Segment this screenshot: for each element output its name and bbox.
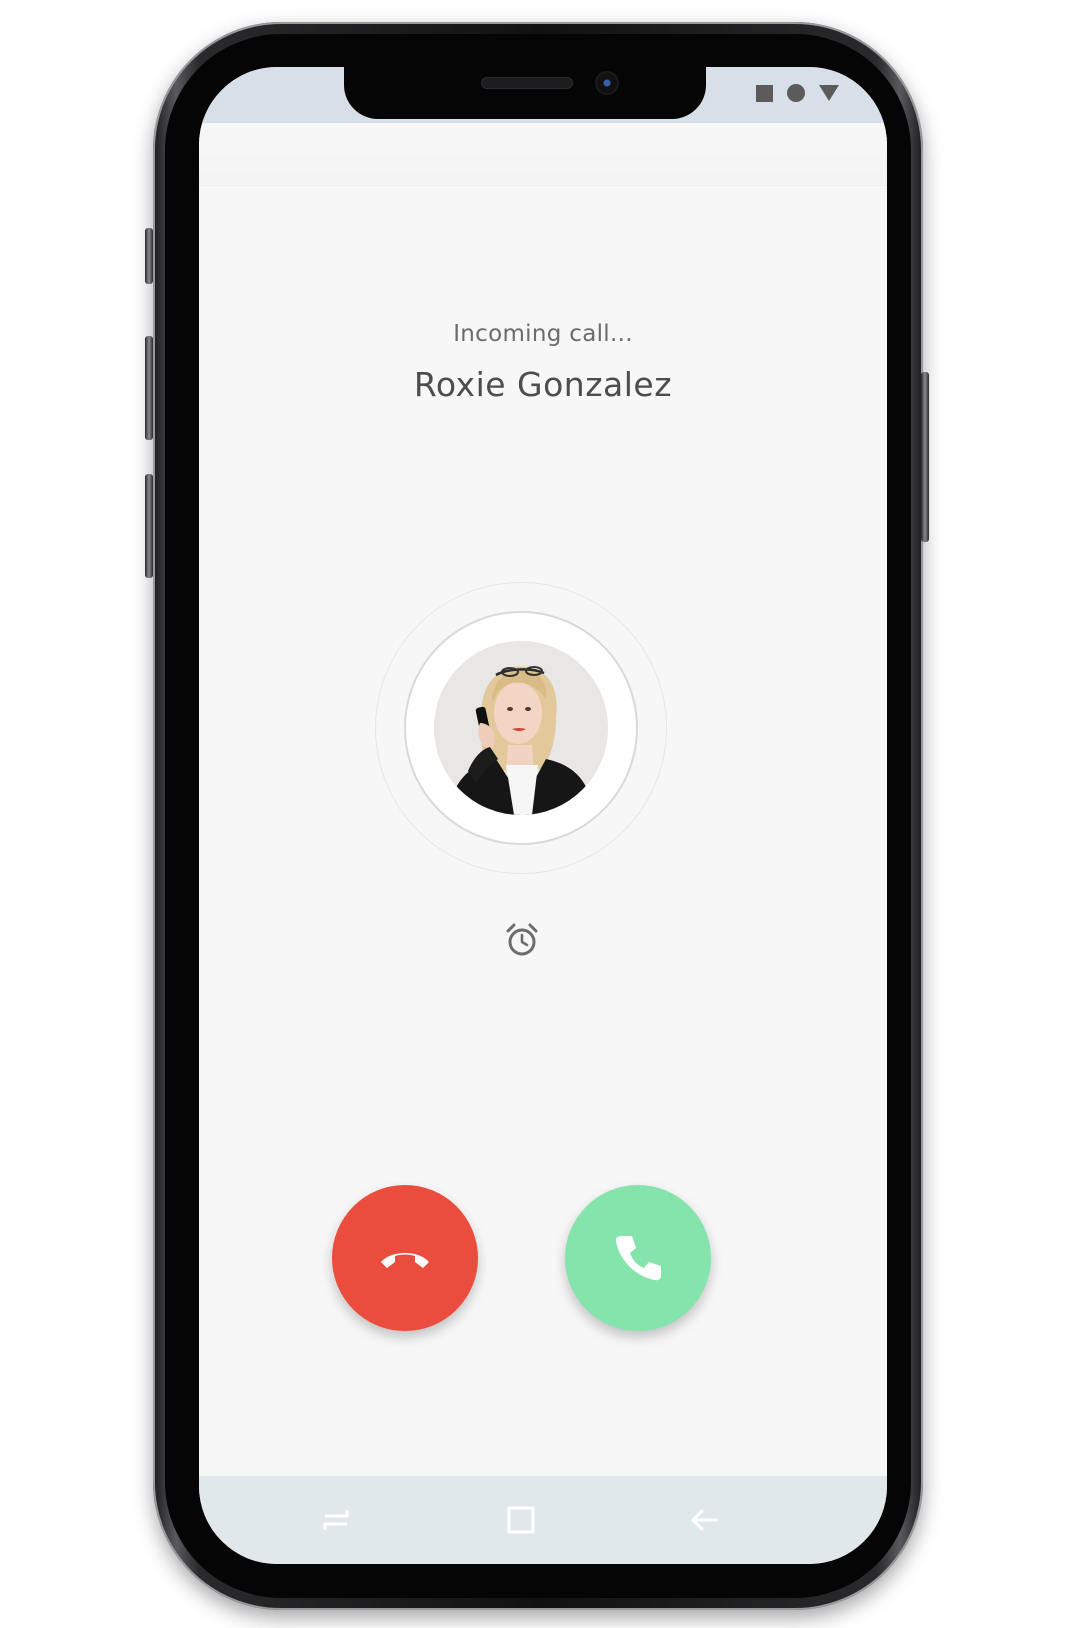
- back-arrow-icon[interactable]: [687, 1504, 721, 1536]
- home-square-icon[interactable]: [504, 1504, 538, 1536]
- circle-icon: [787, 84, 805, 102]
- hang-up-icon: [381, 1253, 429, 1268]
- alarm-clock-icon[interactable]: [504, 922, 540, 958]
- status-icons: [756, 82, 839, 104]
- decline-call-button[interactable]: [332, 1185, 478, 1331]
- volume-up-button: [145, 336, 153, 440]
- navigation-bar: [199, 1476, 887, 1564]
- phone-icon: [615, 1236, 661, 1281]
- volume-down-button: [145, 474, 153, 578]
- notch: [344, 67, 706, 119]
- front-camera: [597, 73, 617, 93]
- accept-call-button[interactable]: [565, 1185, 711, 1331]
- call-status-text: Incoming call...: [453, 321, 633, 347]
- caller-photo-illustration: [434, 641, 608, 815]
- phone-screen: Incoming call... Roxie Gonzalez: [199, 67, 887, 1564]
- triangle-icon: [819, 85, 839, 101]
- power-button: [921, 372, 929, 542]
- square-icon: [756, 84, 773, 102]
- recents-icon[interactable]: [319, 1504, 353, 1536]
- caller-avatar: [434, 641, 608, 815]
- earpiece-speaker: [481, 77, 573, 89]
- silent-switch: [145, 228, 153, 284]
- app-bar: [199, 123, 887, 186]
- caller-name: Roxie Gonzalez: [413, 365, 673, 404]
